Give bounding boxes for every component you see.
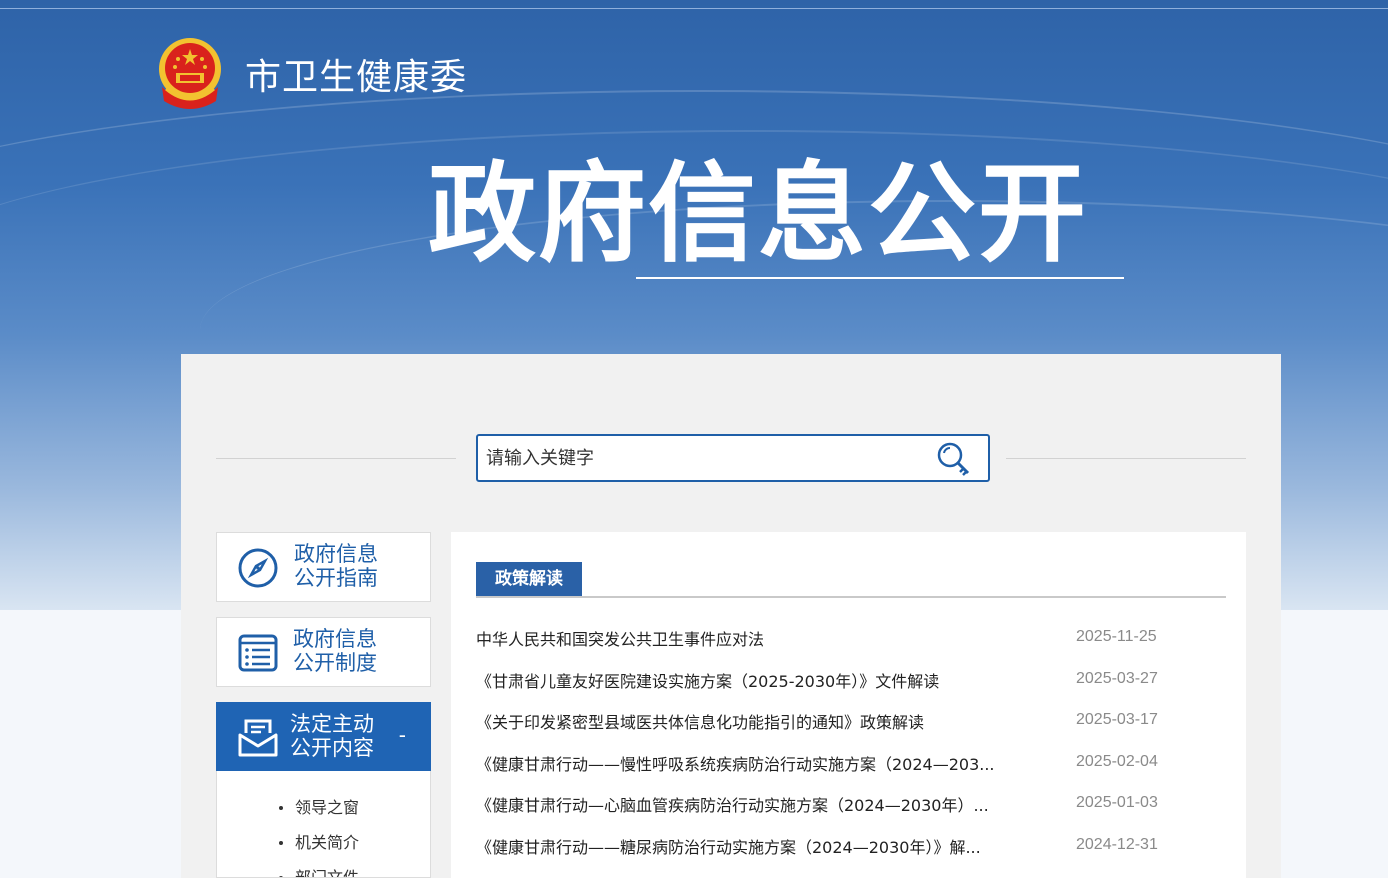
news-list: 中华人民共和国突发公共卫生事件应对法 2025-11-25 《甘肃省儿童友好医院… [476, 618, 1226, 868]
news-title[interactable]: 《健康甘肃行动——慢性呼吸系统疾病防治行动实施方案（2024—203... [476, 751, 996, 775]
search-divider-left [216, 458, 456, 459]
sidebar-subitem-agency-intro[interactable]: 机关简介 [217, 830, 430, 865]
sidebar-subitem-leaders[interactable]: 领导之窗 [217, 795, 430, 830]
tab-policy-interpretation[interactable]: 政策解读 [476, 562, 582, 596]
sidebar-item-label: 政府信息 [294, 542, 378, 566]
sidebar-item-label: 公开指南 [294, 566, 378, 590]
news-item[interactable]: 《甘肃省儿童友好医院建设实施方案（2025-2030年）》文件解读 2025-0… [476, 660, 1226, 702]
content-panel: 政策解读 中华人民共和国突发公共卫生事件应对法 2025-11-25 《甘肃省儿… [451, 532, 1246, 878]
news-title[interactable]: 《关于印发紧密型县域医共体信息化功能指引的通知》政策解读 [476, 709, 996, 733]
site-title[interactable]: 市卫生健康委 [245, 48, 467, 100]
search-divider-right [1006, 458, 1246, 459]
news-title[interactable]: 《健康甘肃行动——糖尿病防治行动实施方案（2024—2030年）》解... [476, 834, 996, 858]
collapse-toggle[interactable]: - [399, 723, 406, 747]
search-input[interactable] [486, 442, 926, 474]
sidebar-item-disclosure-guide[interactable]: 政府信息 公开指南 [216, 532, 431, 602]
news-item[interactable]: 中华人民共和国突发公共卫生事件应对法 2025-11-25 [476, 618, 1226, 660]
section-header: 政策解读 [476, 562, 1226, 598]
sidebar-item-label: 公开制度 [293, 651, 377, 675]
news-item[interactable]: 《健康甘肃行动—心脑血管疾病防治行动实施方案（2024—2030年）... 20… [476, 784, 1226, 826]
national-emblem-icon[interactable] [156, 37, 224, 109]
news-title[interactable]: 《健康甘肃行动—心脑血管疾病防治行动实施方案（2024—2030年）... [476, 792, 996, 816]
document-list-icon [238, 634, 278, 672]
sidebar-item-statutory-disclosure[interactable]: 法定主动 公开内容 - [216, 702, 431, 771]
magnifier-key-icon [937, 442, 970, 476]
news-item[interactable]: 《健康甘肃行动——慢性呼吸系统疾病防治行动实施方案（2024—203... 20… [476, 743, 1226, 785]
hero-underline [636, 277, 1124, 279]
news-title[interactable]: 《甘肃省儿童友好医院建设实施方案（2025-2030年）》文件解读 [476, 668, 996, 692]
hero-title: 政府信息公开 [428, 152, 1089, 277]
news-title[interactable]: 中华人民共和国突发公共卫生事件应对法 [476, 626, 996, 650]
news-date: 2025-01-03 [1076, 794, 1158, 812]
search-box [476, 434, 990, 482]
sidebar-item-disclosure-system[interactable]: 政府信息 公开制度 [216, 617, 431, 687]
sidebar-item-label: 政府信息 [293, 627, 377, 651]
sidebar-sublist: 领导之窗 机关简介 部门文件 [216, 771, 431, 878]
news-date: 2025-02-04 [1076, 752, 1158, 770]
news-date: 2025-03-27 [1076, 669, 1158, 687]
news-date: 2025-03-17 [1076, 711, 1158, 729]
compass-icon [238, 548, 278, 588]
news-date: 2025-11-25 [1076, 628, 1157, 645]
top-divider [0, 8, 1388, 9]
sidebar-subitem-dept-documents[interactable]: 部门文件 [217, 865, 430, 877]
news-date: 2024-12-31 [1076, 835, 1158, 853]
search-button[interactable] [934, 440, 974, 478]
news-item[interactable]: 《关于印发紧密型县域医共体信息化功能指引的通知》政策解读 2025-03-17 [476, 701, 1226, 743]
news-item[interactable]: 《健康甘肃行动——糖尿病防治行动实施方案（2024—2030年）》解... 20… [476, 826, 1226, 868]
mail-inbox-icon [238, 719, 278, 757]
